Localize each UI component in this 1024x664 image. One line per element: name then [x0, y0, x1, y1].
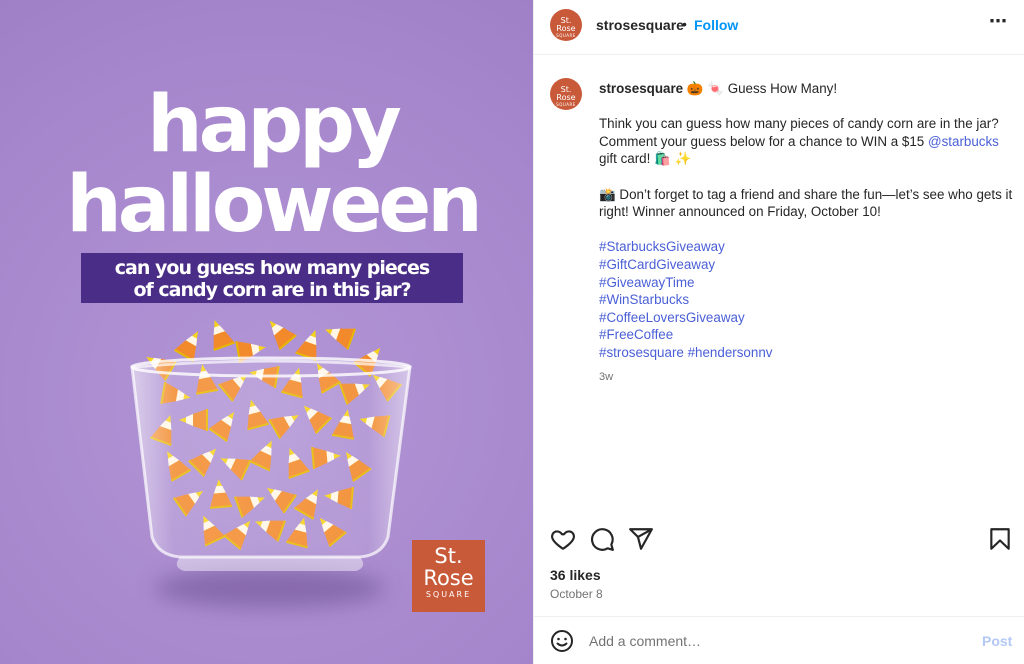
likes-count[interactable]: 36 likes — [550, 567, 601, 583]
caption-avatar-square: SQUARE — [556, 102, 576, 107]
hashtag[interactable]: #WinStarbucks — [599, 292, 689, 307]
post-header: St. Rose SQUARE strosesquare • Follow ⋯ — [534, 0, 1024, 55]
caption-avatar-rose: Rose — [556, 93, 576, 102]
hashtag[interactable]: #GiveawayTime — [599, 275, 695, 290]
share-icon[interactable] — [628, 526, 654, 552]
smiley-icon[interactable] — [550, 629, 574, 653]
heart-icon[interactable] — [550, 526, 576, 552]
logo-square: SQUARE — [425, 590, 472, 599]
hashtag[interactable]: #StarbucksGiveaway — [599, 239, 725, 254]
more-options-icon[interactable]: ⋯ — [986, 12, 1010, 38]
banner-line-2: of candy corn are in this jar? — [133, 279, 411, 301]
caption-title-line: strosesquare 🎃 🍬 Guess How Many! — [599, 80, 1014, 98]
separator-dot: • — [682, 16, 687, 32]
hashtag[interactable]: #FreeCoffee — [599, 327, 673, 342]
post-date[interactable]: October 8 — [550, 587, 603, 601]
banner-line-1: can you guess how many pieces — [114, 257, 430, 279]
caption-text: strosesquare 🎃 🍬 Guess How Many! Think y… — [599, 80, 1014, 386]
headline-happy: happy — [147, 80, 402, 170]
st-rose-square-logo: St. Rose SQUARE — [412, 540, 485, 612]
comment-bar: Post — [534, 616, 1024, 664]
glass-bowl — [130, 359, 412, 559]
comment-input[interactable] — [589, 629, 969, 653]
follow-button[interactable]: Follow — [694, 17, 738, 33]
bookmark-icon[interactable] — [987, 526, 1013, 552]
caption-time-ago[interactable]: 3w — [599, 369, 1014, 387]
caption-avatar[interactable]: St. Rose SQUARE — [550, 78, 582, 110]
caption-title: Guess How Many! — [727, 81, 838, 96]
hashtag[interactable]: #hendersonnv — [688, 345, 773, 360]
post-image[interactable]: happy halloween can you guess how many p… — [0, 0, 533, 664]
candy-corn-jar-illustration — [130, 312, 412, 571]
caption-area: St. Rose SQUARE strosesquare 🎃 🍬 Guess H… — [534, 56, 1024, 516]
post-button[interactable]: Post — [982, 633, 1012, 649]
header-username[interactable]: strosesquare — [596, 17, 684, 33]
question-banner: can you guess how many pieces of candy c… — [81, 253, 463, 303]
candy-emoji: 🍬 — [707, 81, 724, 96]
comment-icon[interactable] — [589, 526, 615, 552]
hashtag[interactable]: #strosesquare — [599, 345, 684, 360]
avatar-square: SQUARE — [556, 33, 576, 38]
pumpkin-emoji: 🎃 — [686, 81, 704, 96]
caption-paragraph-1: Think you can guess how many pieces of c… — [599, 115, 1014, 168]
post-detail-panel: St. Rose SQUARE strosesquare • Follow ⋯ … — [533, 0, 1024, 664]
hashtag[interactable]: #GiftCardGiveaway — [599, 257, 715, 272]
headline-halloween: halloween — [66, 160, 483, 250]
logo-st: St. — [434, 544, 463, 568]
avatar-rose: Rose — [556, 24, 576, 33]
action-bar — [534, 522, 1024, 562]
logo-rose: Rose — [423, 566, 474, 590]
caption-username[interactable]: strosesquare — [599, 81, 683, 96]
hashtag[interactable]: #CoffeeLoversGiveaway — [599, 310, 745, 325]
avatar[interactable]: St. Rose SQUARE — [550, 9, 582, 41]
mention-starbucks[interactable]: @starbucks — [928, 134, 999, 149]
caption-paragraph-2: 📸 Don’t forget to tag a friend and share… — [599, 186, 1013, 220]
para1-end: gift card! 🛍️ ✨ — [599, 151, 692, 167]
